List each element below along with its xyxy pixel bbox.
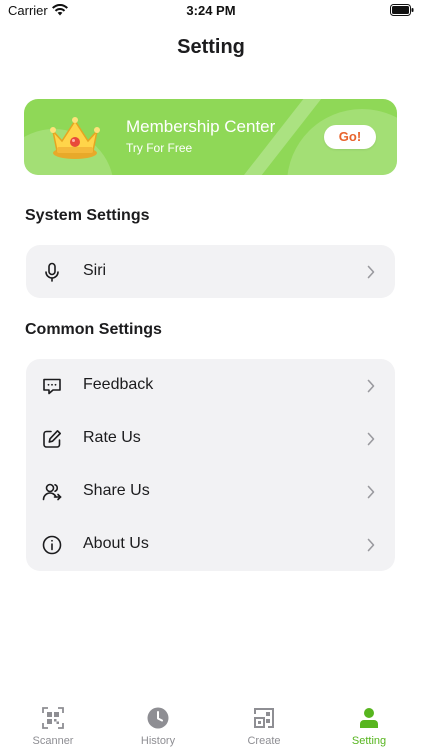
clock-icon bbox=[147, 707, 169, 729]
tab-label: Scanner bbox=[32, 735, 74, 747]
settings-row-rate-us[interactable]: Rate Us bbox=[26, 412, 395, 465]
membership-banner[interactable]: Membership Center Try For Free Go! bbox=[24, 99, 397, 175]
go-button[interactable]: Go! bbox=[324, 125, 376, 149]
system-settings-card: Siri bbox=[26, 245, 395, 298]
settings-row-label: Rate Us bbox=[83, 429, 141, 446]
qr-create-icon bbox=[254, 708, 274, 728]
tab-scanner[interactable]: Scanner bbox=[0, 706, 106, 750]
settings-row-label: Share Us bbox=[83, 482, 150, 499]
edit-icon bbox=[43, 430, 61, 448]
tab-setting[interactable]: Setting bbox=[316, 706, 422, 750]
tab-bar: Scanner History Create Setting bbox=[0, 700, 422, 750]
tab-label: History bbox=[140, 735, 176, 747]
tab-label: Setting bbox=[351, 735, 387, 747]
chevron-right-icon bbox=[367, 379, 375, 393]
banner-subtitle: Try For Free bbox=[126, 141, 193, 155]
system-settings-heading: System Settings bbox=[25, 207, 150, 224]
tab-history[interactable]: History bbox=[105, 706, 211, 750]
chevron-right-icon bbox=[367, 538, 375, 552]
banner-title: Membership Center bbox=[126, 117, 276, 136]
status-bar: Carrier 3:24 PM bbox=[0, 0, 422, 24]
qr-scan-icon bbox=[42, 707, 64, 729]
settings-row-label: Siri bbox=[83, 262, 107, 279]
settings-row-siri[interactable]: Siri bbox=[26, 245, 395, 298]
chevron-right-icon bbox=[367, 485, 375, 499]
settings-row-about-us[interactable]: About Us bbox=[26, 518, 395, 571]
tab-label: Create bbox=[247, 735, 281, 747]
settings-row-feedback[interactable]: Feedback bbox=[26, 359, 395, 412]
tab-create[interactable]: Create bbox=[211, 706, 317, 750]
crown-icon bbox=[50, 117, 100, 159]
settings-row-label: Feedback bbox=[83, 376, 154, 393]
common-settings-card: Feedback Rate Us Share Us About Us bbox=[26, 359, 395, 571]
chevron-right-icon bbox=[367, 432, 375, 446]
message-icon bbox=[43, 378, 61, 395]
microphone-icon bbox=[45, 262, 59, 282]
settings-row-share-us[interactable]: Share Us bbox=[26, 465, 395, 518]
status-time: 3:24 PM bbox=[186, 3, 236, 18]
chevron-right-icon bbox=[367, 265, 375, 279]
page-title: Setting bbox=[177, 36, 245, 58]
share-users-icon bbox=[42, 483, 62, 501]
common-settings-heading: Common Settings bbox=[25, 321, 162, 338]
battery-icon bbox=[390, 4, 414, 16]
settings-row-label: About Us bbox=[83, 535, 149, 552]
info-icon bbox=[42, 535, 62, 555]
person-icon bbox=[360, 708, 378, 728]
